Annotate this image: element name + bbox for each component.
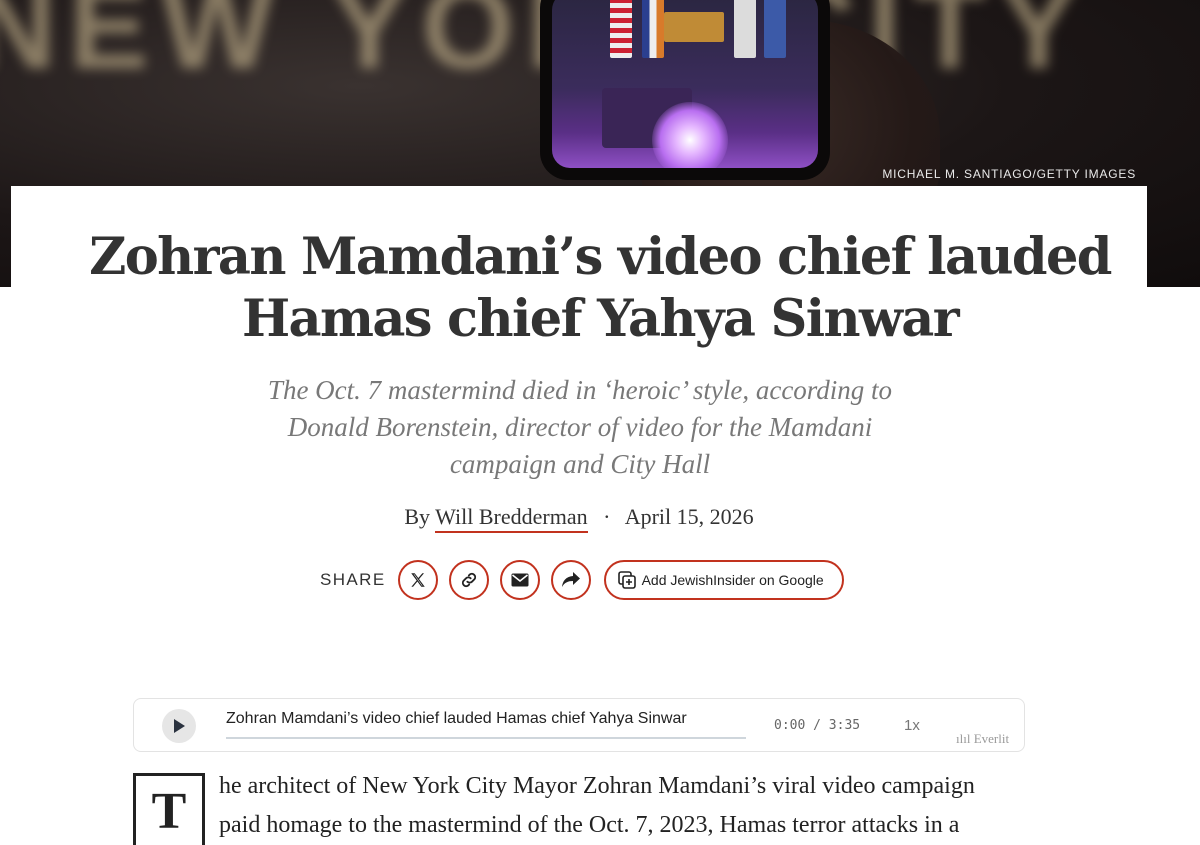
body-text-line: he architect of New York City Mayor Zohr… bbox=[219, 773, 975, 799]
playback-speed-button[interactable]: 1x bbox=[904, 717, 920, 734]
add-on-google-button[interactable]: Add JewishInsider on Google bbox=[603, 560, 844, 600]
author-link[interactable]: Will Bredderman bbox=[435, 504, 588, 533]
headline-line: Hamas chief Yahya Sinwar bbox=[241, 289, 960, 349]
brand-label: Everlit bbox=[973, 731, 1010, 746]
copy-link-button[interactable] bbox=[448, 560, 489, 600]
headline-line: Zohran Mamdani’s video chief lauded bbox=[89, 227, 1112, 287]
x-logo-icon bbox=[410, 573, 425, 587]
share-forward-button[interactable] bbox=[550, 560, 591, 600]
us-flag bbox=[610, 0, 632, 58]
audio-player: Zohran Mamdani’s video chief lauded Hama… bbox=[133, 698, 1025, 752]
player-time: 0:00 / 3:35 bbox=[774, 718, 861, 733]
progress-bar[interactable] bbox=[226, 737, 746, 739]
stage-light bbox=[652, 102, 728, 168]
email-share-button[interactable] bbox=[499, 560, 540, 600]
nyc-flag bbox=[642, 0, 664, 58]
add-source-icon bbox=[617, 571, 636, 589]
headline: Zohran Mamdani’s video chief lauded Hama… bbox=[60, 226, 1140, 350]
subhead-line: Donald Borenstein, director of video for… bbox=[287, 412, 873, 442]
drop-cap: T bbox=[133, 773, 205, 845]
subhead-line: The Oct. 7 mastermind died in ‘heroic’ s… bbox=[267, 375, 893, 405]
share-arrow-icon bbox=[561, 572, 580, 587]
share-x-button[interactable] bbox=[397, 560, 438, 600]
share-bar: SHARE Add JewishInsider on Google bbox=[320, 560, 844, 600]
photo-credit: MICHAEL M. SANTIAGO/GETTY IMAGES bbox=[882, 167, 1136, 181]
subhead-line: campaign and City Hall bbox=[449, 449, 711, 479]
play-icon bbox=[174, 719, 185, 733]
everlit-brand: ılıl Everlit bbox=[956, 731, 1009, 747]
phone-screen bbox=[552, 0, 818, 168]
flag bbox=[734, 0, 756, 58]
player-title: Zohran Mamdani’s video chief lauded Hama… bbox=[226, 710, 687, 727]
subheadline: The Oct. 7 mastermind died in ‘heroic’ s… bbox=[230, 372, 930, 483]
email-icon bbox=[511, 573, 529, 587]
waveform-icon: ılıl bbox=[956, 731, 974, 746]
body-text-line: paid homage to the mastermind of the Oct… bbox=[219, 812, 960, 838]
byline-separator: · bbox=[603, 504, 611, 529]
byline: By Will Bredderman · April 15, 2026 bbox=[0, 504, 1158, 533]
flag bbox=[764, 0, 786, 58]
add-on-google-label: Add JewishInsider on Google bbox=[641, 572, 824, 588]
link-icon bbox=[461, 572, 476, 588]
byline-prefix: By bbox=[404, 504, 431, 529]
stage-sign bbox=[664, 12, 724, 42]
play-button[interactable] bbox=[162, 709, 196, 743]
hero-phone bbox=[540, 0, 830, 180]
share-label: SHARE bbox=[320, 570, 386, 589]
publish-date: April 15, 2026 bbox=[624, 504, 754, 529]
